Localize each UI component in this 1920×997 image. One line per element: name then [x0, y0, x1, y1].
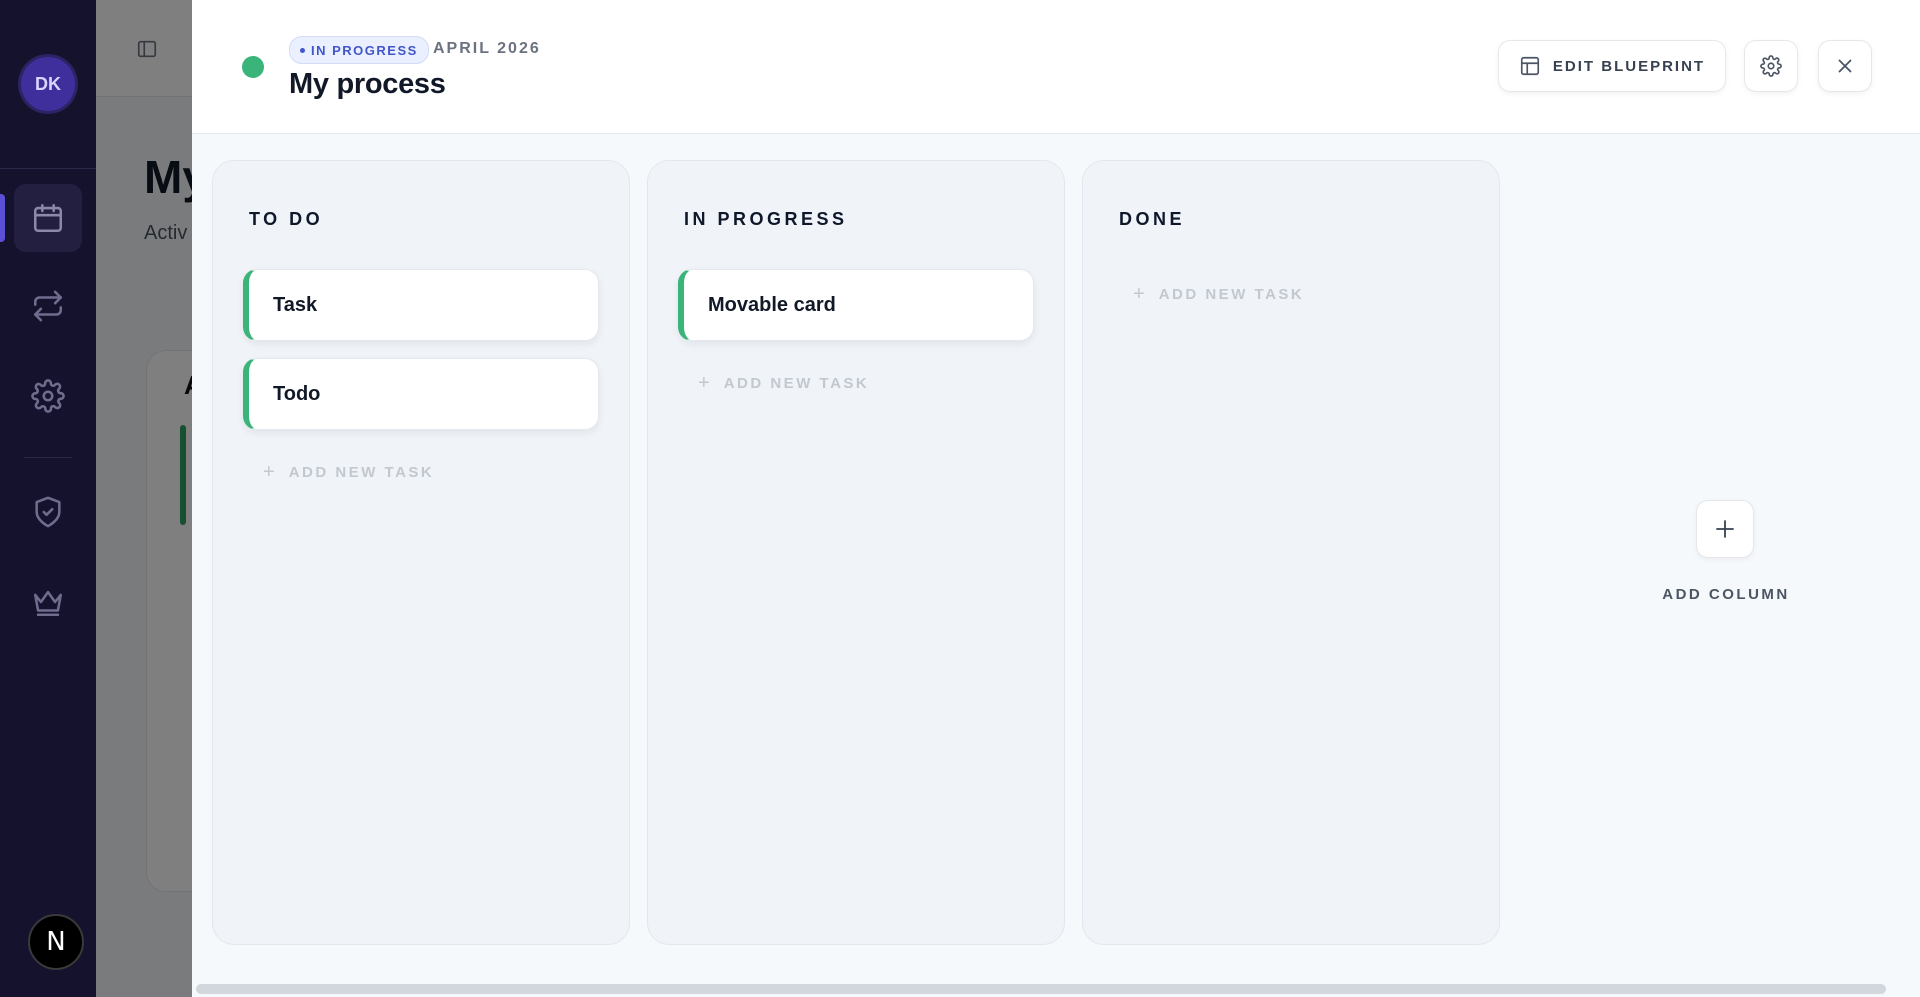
- close-icon: [1838, 59, 1852, 73]
- add-column-label: ADD COLUMN: [1662, 586, 1790, 603]
- crown-icon: [33, 590, 63, 617]
- brand-logo[interactable]: N: [28, 914, 84, 970]
- process-title: My process: [289, 68, 446, 100]
- gear-icon: [1760, 55, 1782, 77]
- layout-icon: [1520, 56, 1539, 76]
- column-title: IN PROGRESS: [684, 209, 848, 229]
- add-column-button[interactable]: [1696, 500, 1754, 558]
- add-task-button[interactable]: + ADD NEW TASK: [1133, 283, 1304, 306]
- status-badge-label: IN PROGRESS: [311, 42, 418, 58]
- close-drawer-button[interactable]: [1818, 40, 1872, 92]
- sidebar-divider: [24, 457, 72, 458]
- add-task-label: ADD NEW TASK: [723, 375, 870, 392]
- column-title: DONE: [1119, 209, 1186, 229]
- app-sidebar: DK N: [0, 0, 96, 997]
- gear-icon: [31, 379, 65, 413]
- process-date: APRIL 2026: [433, 40, 541, 57]
- plus-icon: [1716, 520, 1734, 538]
- edit-blueprint-label: EDIT BLUEPRINT: [1552, 57, 1706, 75]
- shield-check-icon: [35, 496, 61, 528]
- board-column-in-progress: IN PROGRESS Movable card + ADD NEW TASK: [647, 160, 1065, 945]
- sidebar-item-calendar[interactable]: [14, 184, 82, 252]
- add-task-button[interactable]: + ADD NEW TASK: [263, 461, 434, 484]
- active-indicator: [0, 194, 5, 242]
- board-column-todo: TO DO Task Todo + ADD NEW TASK: [212, 160, 630, 945]
- process-drawer: IN PROGRESS APRIL 2026 My process EDIT B…: [192, 0, 1920, 997]
- task-card[interactable]: Movable card: [678, 269, 1034, 341]
- edit-blueprint-button[interactable]: EDIT BLUEPRINT: [1498, 40, 1726, 92]
- task-card[interactable]: Todo: [243, 358, 599, 430]
- status-dot: [242, 56, 264, 78]
- badge-dot: [300, 47, 305, 53]
- column-title: TO DO: [249, 209, 324, 229]
- add-task-label: ADD NEW TASK: [1158, 286, 1305, 303]
- plus-icon: +: [263, 461, 275, 483]
- user-avatar[interactable]: DK: [21, 57, 75, 111]
- repeat-icon: [33, 290, 63, 322]
- sidebar-item-security[interactable]: [14, 478, 82, 546]
- board-column-done: DONE + ADD NEW TASK: [1082, 160, 1500, 945]
- plus-icon: +: [1133, 283, 1145, 305]
- calendar-icon: [33, 203, 63, 233]
- drawer-header: IN PROGRESS APRIL 2026 My process EDIT B…: [192, 0, 1920, 134]
- drawer-settings-button[interactable]: [1744, 40, 1798, 92]
- plus-icon: +: [698, 372, 710, 394]
- status-badge: IN PROGRESS: [289, 36, 429, 64]
- task-card[interactable]: Task: [243, 269, 599, 341]
- sidebar-item-premium[interactable]: [14, 568, 82, 636]
- horizontal-scrollbar-thumb[interactable]: [196, 984, 1886, 994]
- add-task-button[interactable]: + ADD NEW TASK: [698, 372, 869, 395]
- sidebar-item-settings[interactable]: [14, 362, 82, 430]
- add-task-label: ADD NEW TASK: [288, 464, 435, 481]
- sidebar-divider: [0, 168, 96, 169]
- sidebar-item-flows[interactable]: [14, 272, 82, 340]
